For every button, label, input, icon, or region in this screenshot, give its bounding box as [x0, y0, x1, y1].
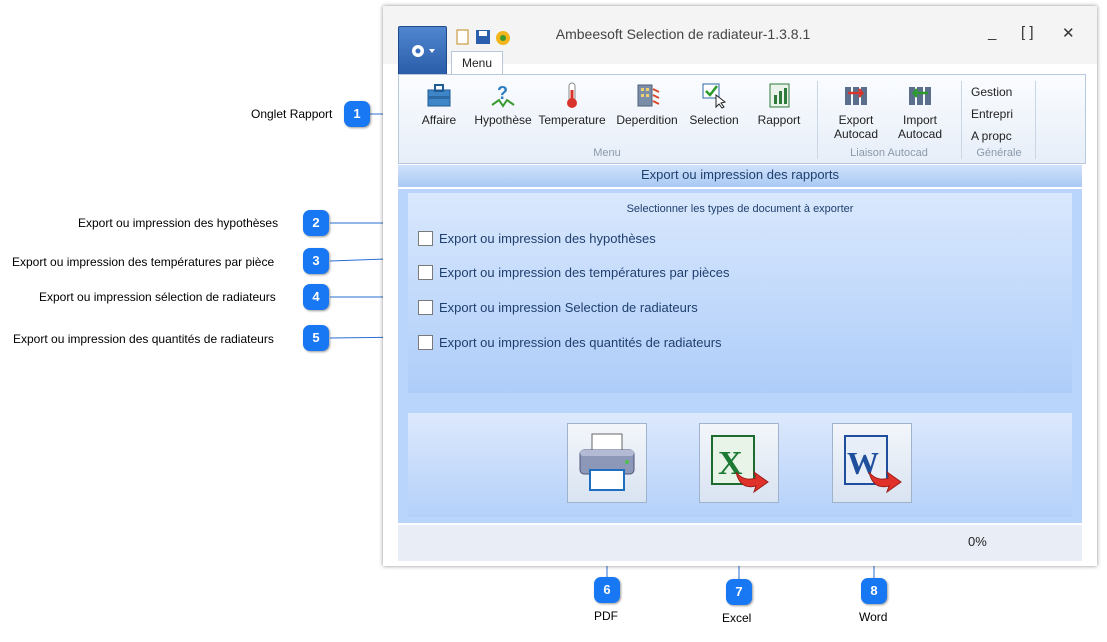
svg-text:W: W — [847, 445, 879, 481]
group-label-menu: Menu — [593, 147, 621, 159]
briefcase-icon — [427, 84, 451, 107]
options-title: Selectionner les types de document à exp… — [626, 203, 854, 215]
callout-label-2: Export ou impression des hypothèses — [78, 216, 279, 230]
ribbon-deperdition-button[interactable]: Deperdition — [611, 81, 683, 127]
options-group: Selectionner les types de document à exp… — [408, 193, 1072, 393]
ribbon-temperature-label: Temperature — [538, 113, 606, 127]
report-icon — [769, 83, 790, 108]
option-selection[interactable]: Export ou impression Selection de radiat… — [418, 299, 698, 319]
option-selection-label: Export ou impression Selection de radiat… — [439, 300, 698, 316]
app-window: Ambeesoft Selection de radiateur-1.3.8.1… — [383, 6, 1097, 566]
checkbox-quantites[interactable] — [418, 335, 433, 351]
minimize-button[interactable]: _ — [988, 24, 996, 41]
callout-label-5: Export ou impression des quantités de ra… — [13, 332, 274, 346]
callout-5: 5 — [303, 325, 329, 351]
excel-icon: X — [711, 435, 769, 494]
option-quantites[interactable]: Export ou impression des quantités de ra… — [418, 334, 722, 354]
ribbon-rapport-label: Rapport — [757, 113, 801, 127]
option-hypotheses[interactable]: Export ou impression des hypothèses — [418, 230, 656, 250]
excel-button[interactable]: X — [699, 423, 779, 503]
section-banner: Export ou impression des rapports — [398, 165, 1082, 187]
callout-6: 6 — [594, 577, 620, 603]
ribbon: Affaire ? Hypothèse Temperature Deperdit… — [398, 74, 1086, 164]
ribbon-temperature-button[interactable]: Temperature — [537, 81, 607, 127]
callout-4: 4 — [303, 284, 329, 310]
select-check-icon — [702, 83, 727, 109]
callout-8: 8 — [861, 578, 887, 604]
export-autocad-icon — [845, 87, 867, 105]
printer-icon — [579, 433, 635, 491]
status-bar: 0% — [398, 525, 1082, 561]
ribbon-export-autocad-label1: Export — [838, 113, 874, 127]
ribbon-import-autocad-label1: Import — [902, 113, 937, 127]
gear-icon — [412, 45, 435, 57]
progress-text: 0% — [968, 534, 987, 549]
question-icon: ? — [491, 83, 515, 108]
callout-3: 3 — [303, 248, 329, 274]
ribbon-export-autocad-button[interactable]: Export Autocad — [827, 81, 885, 141]
word-button[interactable]: W — [832, 423, 912, 503]
callout-label-6: PDF — [594, 609, 618, 623]
ribbon-affaire-button[interactable]: Affaire — [411, 81, 467, 127]
ribbon-deperdition-label: Deperdition — [616, 113, 678, 127]
ribbon-import-autocad-button[interactable]: Import Autocad — [891, 81, 949, 141]
callout-label-1: Onglet Rapport — [251, 107, 333, 121]
thermometer-icon — [567, 82, 577, 108]
general-item-entreprise[interactable]: Entrepri — [971, 103, 1021, 125]
export-panel: Selectionner les types de document à exp… — [398, 189, 1082, 523]
callout-label-3: Export ou impression des températures pa… — [12, 255, 275, 269]
app-menu-button[interactable] — [398, 26, 447, 76]
pdf-button[interactable] — [567, 423, 647, 503]
checkbox-hypotheses[interactable] — [418, 231, 433, 247]
callout-1: 1 — [344, 101, 370, 127]
group-separator — [817, 81, 818, 159]
ribbon-import-autocad-label2: Autocad — [897, 127, 943, 141]
ribbon-affaire-label: Affaire — [421, 113, 457, 127]
new-icon — [456, 29, 469, 45]
close-button[interactable]: ✕ — [1062, 24, 1075, 42]
option-temperatures[interactable]: Export ou impression des températures pa… — [418, 264, 729, 284]
import-autocad-icon — [909, 87, 931, 105]
callout-7: 7 — [726, 579, 752, 605]
checkbox-temperatures[interactable] — [418, 265, 433, 281]
export-buttons-area: X W — [408, 413, 1072, 517]
ribbon-selection-button[interactable]: Selection — [687, 81, 741, 127]
option-hypotheses-label: Export ou impression des hypothèses — [439, 231, 656, 247]
group-separator — [961, 81, 962, 159]
ribbon-hypothese-label: Hypothèse — [474, 113, 532, 127]
ribbon-selection-label: Selection — [689, 113, 739, 127]
group-label-general: Générale — [976, 147, 1022, 159]
general-item-apropos[interactable]: A propc — [971, 125, 1021, 147]
window-title: Ambeesoft Selection de radiateur-1.3.8.1 — [555, 26, 811, 42]
tab-menu[interactable]: Menu — [451, 51, 503, 76]
checkbox-selection[interactable] — [418, 300, 433, 316]
callout-label-7: Excel — [722, 611, 752, 625]
general-item-gestion[interactable]: Gestion — [971, 81, 1021, 103]
ribbon-hypothese-button[interactable]: ? Hypothèse — [473, 81, 533, 127]
maximize-button[interactable]: [ ] — [1021, 24, 1034, 41]
group-label-autocad: Liaison Autocad — [850, 147, 928, 159]
ribbon-rapport-button[interactable]: Rapport — [749, 81, 809, 127]
ribbon-export-autocad-label2: Autocad — [833, 127, 879, 141]
word-icon: W — [844, 435, 902, 494]
callout-2: 2 — [303, 210, 329, 236]
option-quantites-label: Export ou impression des quantités de ra… — [439, 335, 722, 351]
group-separator — [1035, 81, 1036, 159]
building-icon — [637, 84, 660, 107]
callout-label-8: Word — [859, 610, 888, 624]
callout-label-4: Export ou impression sélection de radiat… — [39, 290, 276, 304]
option-temperatures-label: Export ou impression des températures pa… — [439, 265, 730, 281]
general-menu: Gestion Entrepri A propc — [971, 81, 1021, 147]
